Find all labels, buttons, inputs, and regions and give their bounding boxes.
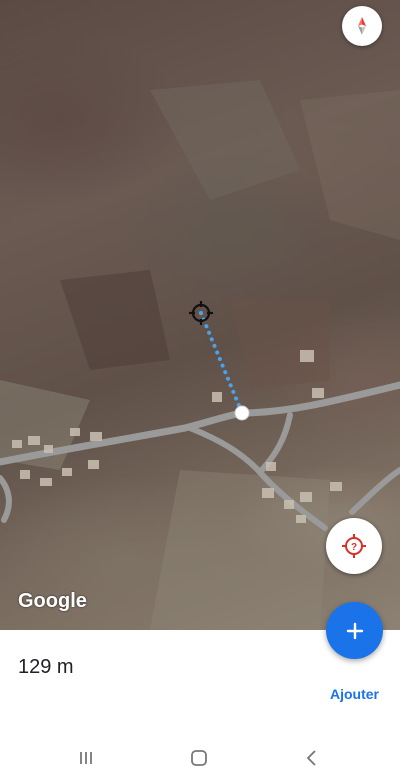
- home-button[interactable]: [187, 748, 211, 768]
- plus-icon: [346, 622, 363, 639]
- satellite-map[interactable]: ? Google: [0, 0, 400, 630]
- back-icon: [306, 750, 316, 766]
- compass-icon: [358, 17, 366, 35]
- google-attribution: Google: [18, 590, 87, 612]
- field-patch: [150, 80, 300, 200]
- add-button-label[interactable]: Ajouter: [330, 686, 379, 702]
- svg-text:?: ?: [351, 542, 357, 553]
- recents-icon: [80, 752, 92, 764]
- add-point-button[interactable]: [326, 602, 383, 659]
- back-button[interactable]: [300, 748, 324, 768]
- measurement-endpoint[interactable]: [234, 405, 250, 421]
- recents-button[interactable]: [74, 748, 98, 768]
- home-icon: [191, 750, 207, 766]
- field-patch: [60, 270, 170, 370]
- locate-button[interactable]: ?: [326, 518, 382, 574]
- field-patch: [300, 90, 400, 240]
- field-patch: [230, 300, 330, 390]
- side-road: [349, 467, 400, 515]
- location-question-icon: ?: [342, 534, 366, 558]
- side-road: [0, 475, 12, 523]
- distance-readout: 129 m: [18, 656, 74, 678]
- compass-button[interactable]: [342, 6, 382, 46]
- side-road: [259, 412, 293, 473]
- crosshair-icon[interactable]: [189, 301, 213, 325]
